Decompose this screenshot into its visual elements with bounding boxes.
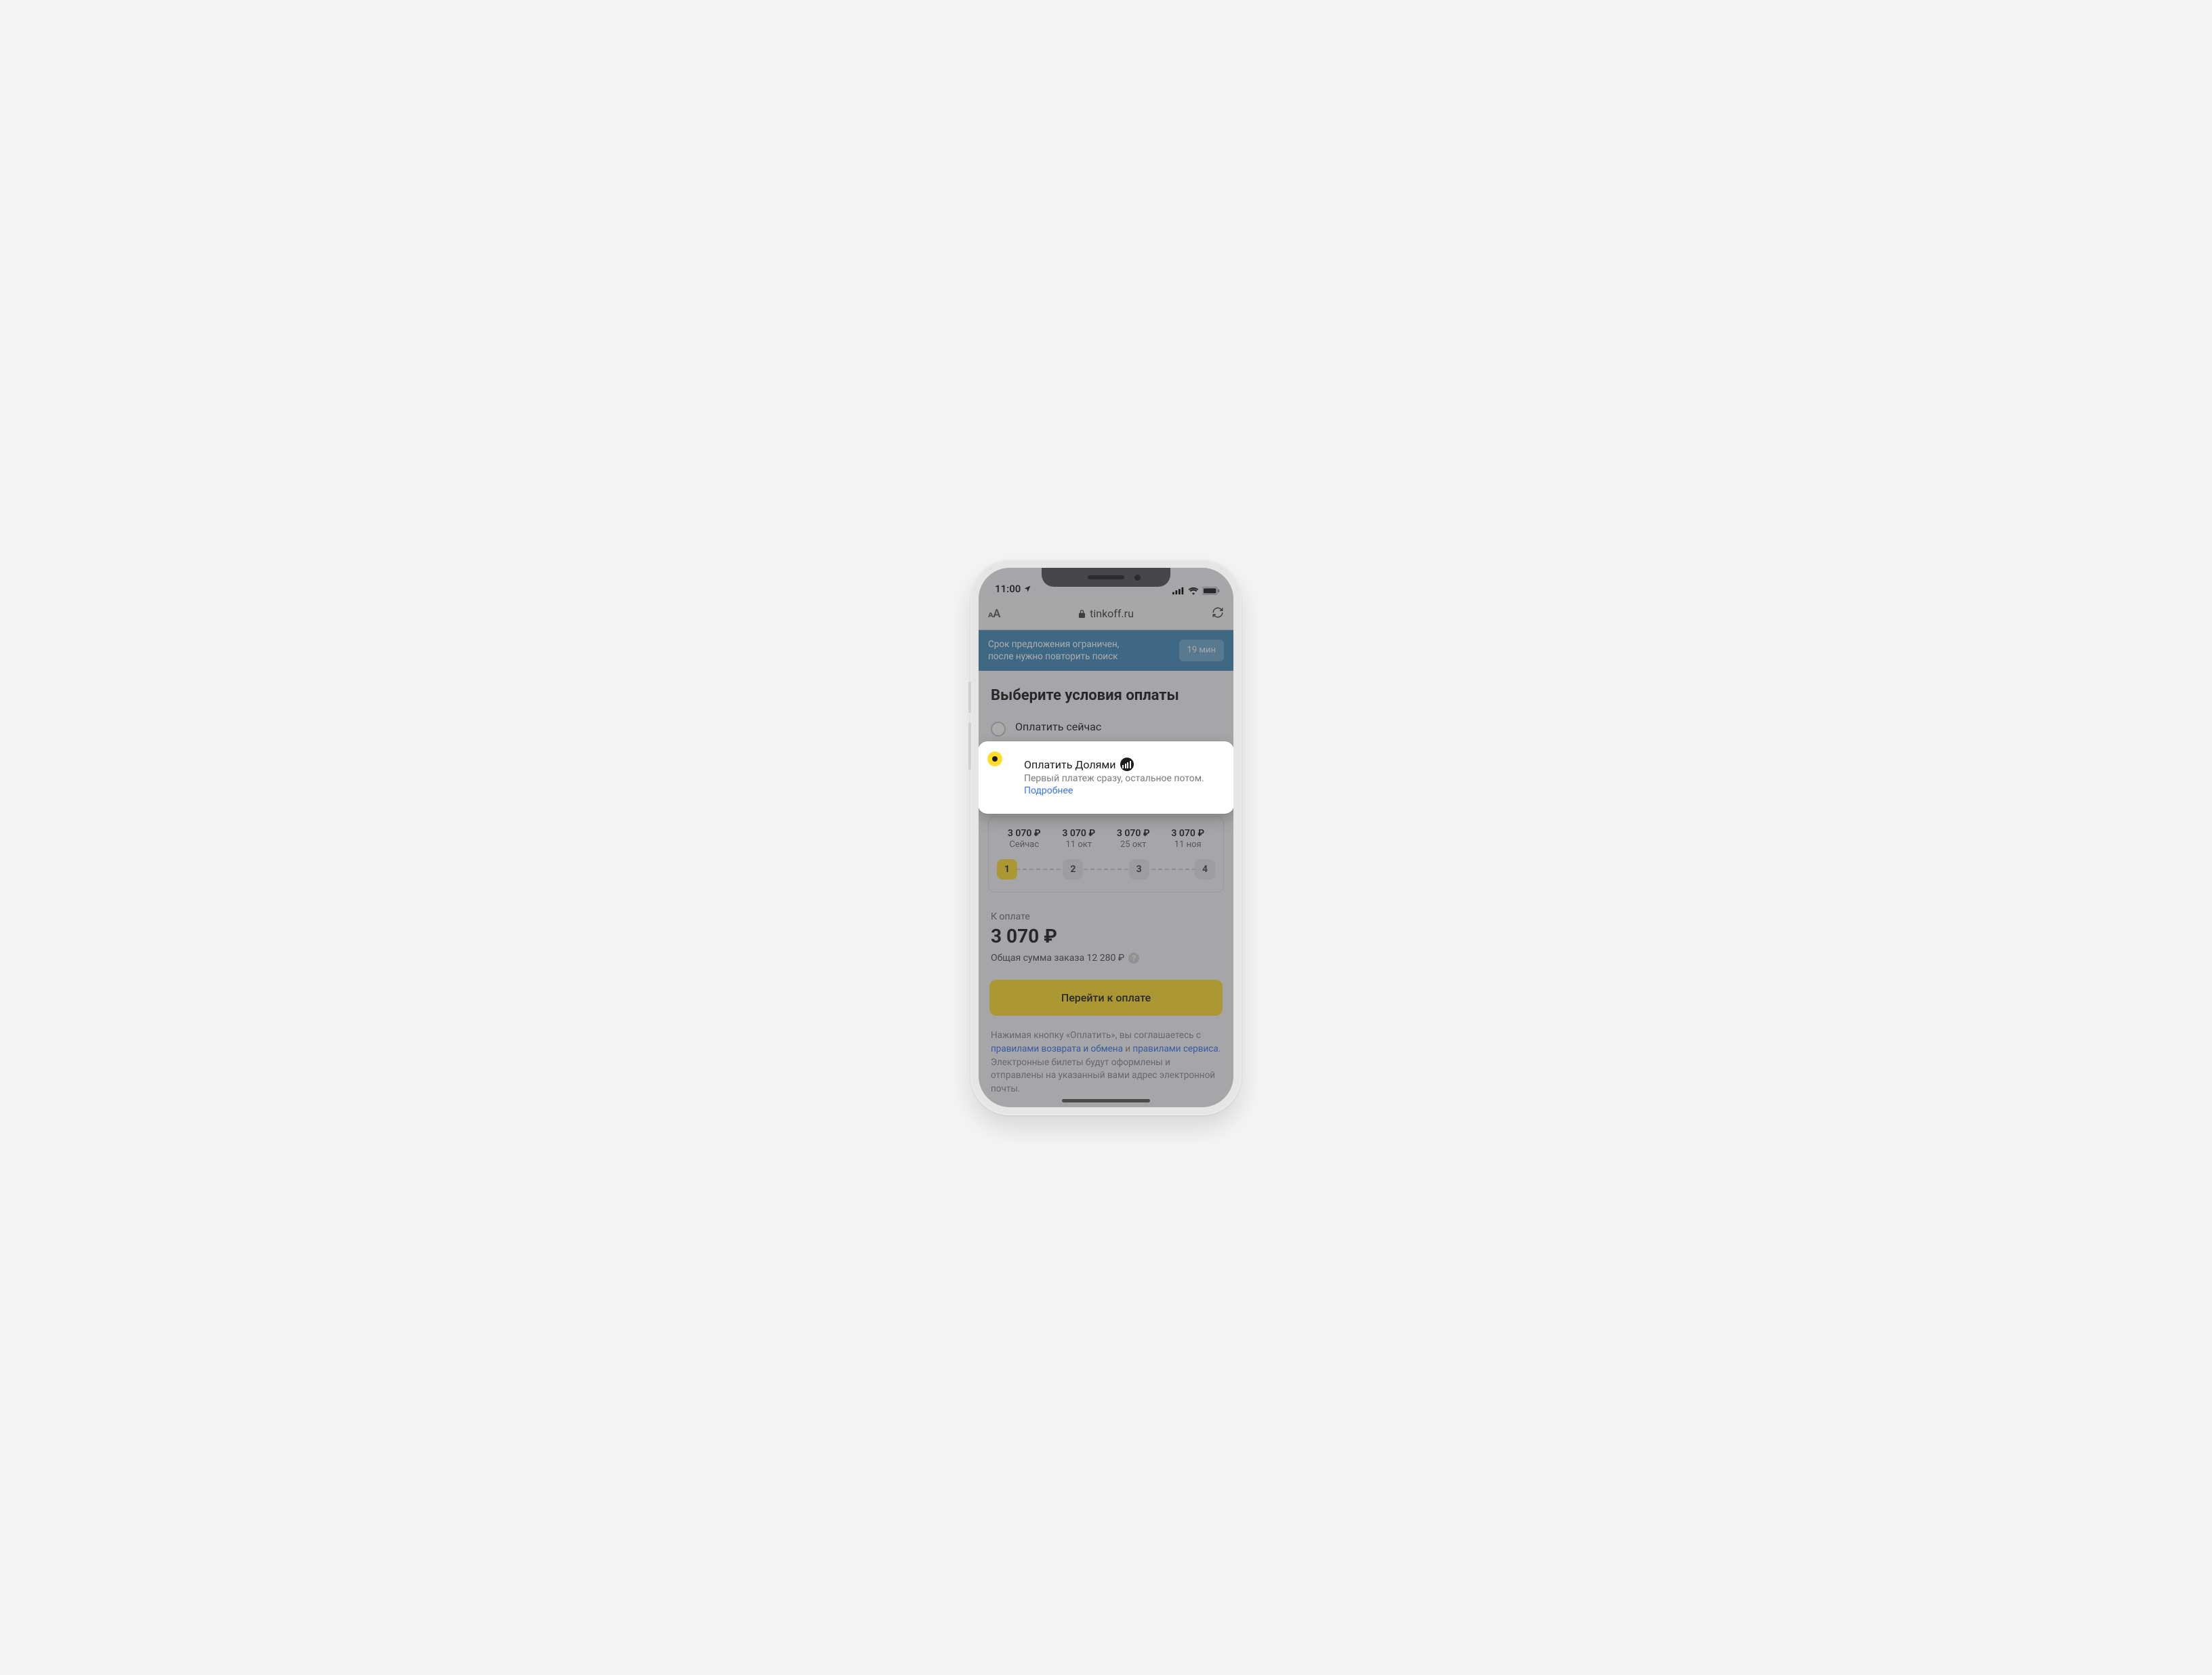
option-label-text: Оплатить Долями [1024, 758, 1116, 771]
dolyami-logo-icon [1120, 758, 1134, 771]
step-amount: 3 070 ₽ [1106, 828, 1161, 839]
front-camera [1134, 575, 1141, 581]
option-subtext: Первый платеж сразу, остальное потом. [1024, 773, 1204, 784]
totals-block: К оплате 3 070 ₽ Общая сумма заказа 12 2… [979, 892, 1233, 964]
step-date: 11 ноя [1161, 840, 1216, 850]
option-pay-dolyami[interactable]: Оплатить Долями Первый платеж сразу [979, 741, 1233, 814]
schedule-track: 1 2 3 4 [997, 859, 1215, 880]
installment-schedule: 3 070 ₽ Сейчас 3 070 ₽ 11 окт 3 070 ₽ 25… [988, 816, 1224, 892]
option-label: Оплатить сейчас [1015, 720, 1221, 733]
help-icon[interactable]: ? [1128, 953, 1139, 964]
schedule-amount-row: 3 070 ₽ Сейчас 3 070 ₽ 11 окт 3 070 ₽ 25… [997, 828, 1215, 850]
checkout-button[interactable]: Перейти к оплате [989, 980, 1223, 1016]
step-node-1[interactable]: 1 [997, 859, 1017, 880]
url-box[interactable]: tinkoff.ru [1010, 607, 1202, 620]
banner-text: Срок предложения ограничен, после нужно … [988, 638, 1144, 663]
option-pay-now[interactable]: Оплатить сейчас [979, 714, 1233, 745]
legal-text: Нажимая кнопку «Оплатить», вы соглашаете… [979, 1016, 1233, 1107]
wifi-icon [1188, 587, 1199, 595]
link-refund-rules[interactable]: правилами возврата и обмена [991, 1043, 1123, 1054]
url-text: tinkoff.ru [1090, 607, 1134, 620]
order-total-line: Общая сумма заказа 12 280 ₽ ? [991, 953, 1221, 964]
speaker-grille [1088, 575, 1124, 579]
option-more-link[interactable]: Подробнее [1024, 785, 1204, 796]
step-amount: 3 070 ₽ [1052, 828, 1107, 839]
radio-checked-icon [987, 751, 1002, 766]
phone-screen: 11:00 ᴀA tinkoff.ru [979, 568, 1233, 1107]
page-content: 11:00 ᴀA tinkoff.ru [979, 568, 1233, 1107]
step-node-3[interactable]: 3 [1129, 859, 1149, 880]
totals-caption: К оплате [991, 911, 1221, 922]
step-date: Сейчас [997, 840, 1052, 850]
option-label: Оплатить Долями [1024, 758, 1204, 771]
step-date: 25 окт [1106, 840, 1161, 850]
step-date: 11 окт [1052, 840, 1107, 850]
order-total-text: Общая сумма заказа 12 280 ₽ [991, 953, 1124, 964]
lock-icon [1078, 609, 1086, 618]
reload-icon [1212, 606, 1224, 619]
legal-part: Нажимая кнопку «Оплатить», вы соглашаете… [991, 1030, 1201, 1041]
cell-signal-icon [1172, 587, 1185, 595]
battery-icon [1202, 587, 1220, 595]
step-node-4[interactable]: 4 [1195, 859, 1215, 880]
safari-address-bar: ᴀA tinkoff.ru [979, 598, 1233, 630]
status-time: 11:00 [995, 583, 1021, 595]
step-amount: 3 070 ₽ [997, 828, 1052, 839]
page-title: Выберите условия оплаты [979, 671, 1233, 714]
link-service-rules[interactable]: правилами сервиса [1132, 1043, 1218, 1054]
reload-button[interactable] [1212, 606, 1224, 622]
schedule-step: 3 070 ₽ Сейчас [997, 828, 1052, 850]
phone-notch [1042, 568, 1170, 587]
radio-unchecked-icon [991, 722, 1006, 737]
text-size-button[interactable]: ᴀA [988, 607, 1000, 621]
phone-mockup: 11:00 ᴀA tinkoff.ru [970, 560, 1242, 1115]
legal-part: и [1123, 1043, 1133, 1054]
time-limit-banner: Срок предложения ограничен, после нужно … [979, 630, 1233, 671]
schedule-step: 3 070 ₽ 11 ноя [1161, 828, 1216, 850]
location-icon [1023, 585, 1031, 593]
checkout-page: Выберите условия оплаты Оплатить сейчас [979, 671, 1233, 1107]
step-node-2[interactable]: 2 [1063, 859, 1083, 880]
amount-due: 3 070 ₽ [991, 925, 1221, 947]
schedule-step: 3 070 ₽ 25 окт [1106, 828, 1161, 850]
banner-timer-badge: 19 мин [1179, 640, 1224, 661]
step-amount: 3 070 ₽ [1161, 828, 1216, 839]
schedule-step: 3 070 ₽ 11 окт [1052, 828, 1107, 850]
home-indicator[interactable] [1062, 1099, 1150, 1102]
